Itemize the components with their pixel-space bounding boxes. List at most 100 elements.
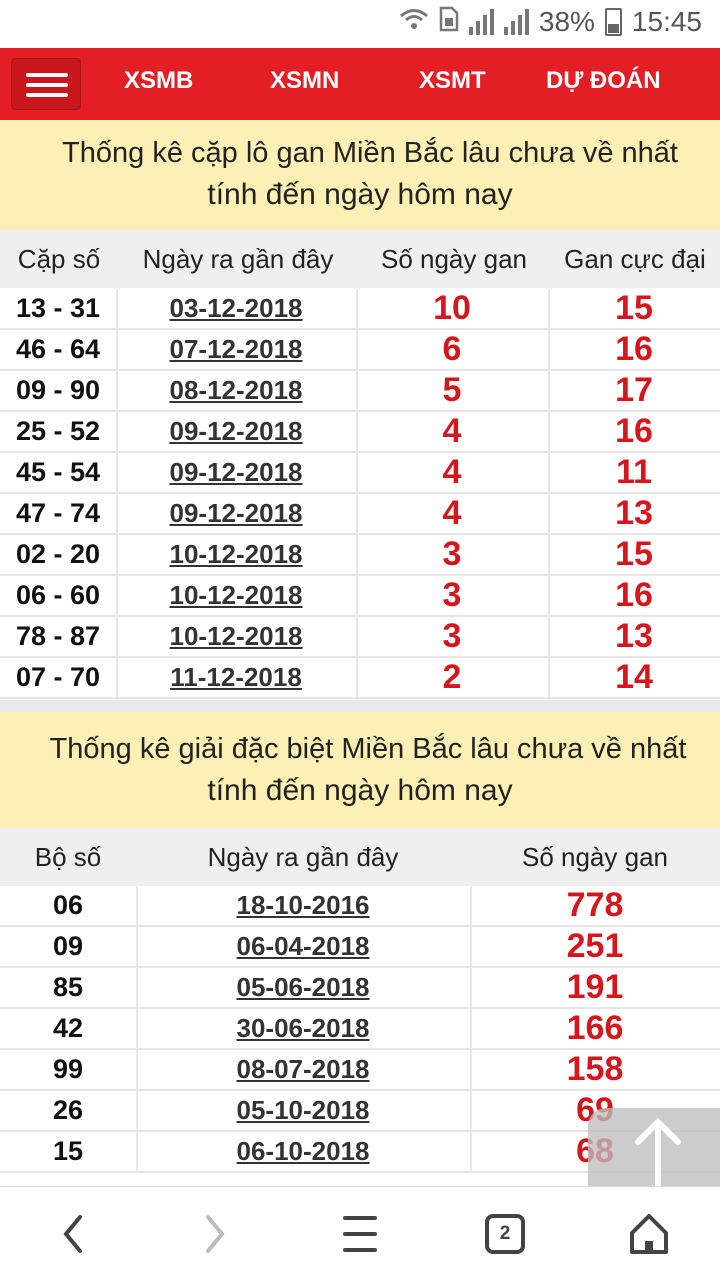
cell-max: 13 (615, 617, 653, 655)
cell-date[interactable]: 05-10-2018 (136, 1091, 470, 1130)
back-arrow-icon[interactable] (28, 1187, 118, 1281)
table-row: 47 - 74 09-12-2018 4 13 (0, 494, 720, 535)
cell-days: 5 (442, 371, 462, 409)
table-row: 06 - 60 10-12-2018 3 16 (0, 576, 720, 617)
column-divider (470, 1091, 472, 1130)
cell-num: 09 (52, 931, 84, 961)
cell-days: 2 (442, 658, 462, 696)
column-divider (356, 412, 358, 451)
sim-icon (439, 6, 459, 38)
cell-date[interactable]: 07-12-2018 (116, 330, 356, 369)
col-cap-so: Cặp số (17, 244, 101, 274)
section2-table-header: Bộ số Ngày ra gần đây Số ngày gan (0, 828, 720, 886)
column-divider (116, 371, 118, 410)
column-divider (548, 289, 550, 328)
scroll-to-top-button[interactable] (588, 1108, 720, 1192)
cell-date[interactable]: 10-12-2018 (116, 535, 356, 574)
column-divider (136, 1091, 138, 1130)
table-row: 45 - 54 09-12-2018 4 11 (0, 453, 720, 494)
column-divider (470, 968, 472, 1007)
cell-date[interactable]: 09-12-2018 (116, 412, 356, 451)
column-divider (548, 330, 550, 369)
tab-count: 2 (499, 1223, 511, 1244)
cell-max: 16 (615, 412, 653, 450)
browser-bottom-bar: 2 (0, 1186, 720, 1281)
cell-days: 6 (442, 330, 462, 368)
cell-date[interactable]: 09-12-2018 (116, 494, 356, 533)
table-row: 46 - 64 07-12-2018 6 16 (0, 330, 720, 371)
cell-date[interactable]: 06-10-2018 (136, 1132, 470, 1171)
cell-days: 166 (566, 1009, 624, 1047)
nav-xsmb[interactable]: XSMB (124, 67, 193, 95)
home-icon[interactable] (604, 1187, 694, 1281)
cell-date[interactable]: 11-12-2018 (116, 658, 356, 697)
cell-max: 15 (615, 535, 653, 573)
cell-pair: 47 - 74 (15, 498, 101, 528)
cell-date[interactable]: 30-06-2018 (136, 1009, 470, 1048)
cell-max: 14 (615, 658, 653, 696)
cell-date[interactable]: 09-12-2018 (116, 453, 356, 492)
nav-du-doan[interactable]: DỰ ĐOÁN (546, 67, 661, 95)
table-row: 09 - 90 08-12-2018 5 17 (0, 371, 720, 412)
column-divider (116, 535, 118, 574)
cell-pair: 25 - 52 (15, 416, 101, 446)
column-divider (136, 927, 138, 966)
column-divider (470, 1132, 472, 1171)
cell-days: 4 (442, 412, 462, 450)
column-divider (548, 453, 550, 492)
column-divider (116, 453, 118, 492)
column-divider (116, 289, 118, 328)
col-so-ngay-gan: Số ngày gan (521, 842, 668, 872)
nav-xsmn[interactable]: XSMN (270, 67, 339, 95)
section2-title-line2: tính đến ngày hôm nay (207, 774, 513, 807)
arrow-up-icon (635, 1117, 681, 1191)
cell-days: 158 (566, 1050, 624, 1088)
table-row: 13 - 31 03-12-2018 10 15 (0, 289, 720, 330)
cell-num: 06 (52, 890, 84, 920)
column-divider (116, 617, 118, 656)
cell-days: 4 (442, 494, 462, 532)
section2-title: Thống kê giải đặc biệt Miền Bắc lâu chưa… (0, 712, 720, 828)
cell-date[interactable]: 18-10-2016 (136, 886, 470, 925)
nav-xsmt[interactable]: XSMT (419, 67, 486, 95)
section2-title-line1: Thống kê giải đặc biệt Miền Bắc lâu chưa… (49, 733, 687, 765)
cell-date[interactable]: 08-12-2018 (116, 371, 356, 410)
cell-num: 15 (52, 1136, 84, 1166)
cell-date[interactable]: 05-06-2018 (136, 968, 470, 1007)
cell-date[interactable]: 10-12-2018 (116, 617, 356, 656)
cell-max: 13 (615, 494, 653, 532)
status-bar: 38% 15:45 (0, 0, 720, 48)
browser-menu-icon[interactable] (315, 1187, 405, 1281)
cell-days: 4 (442, 453, 462, 491)
col-so-ngay-gan: Số ngày gan (380, 244, 527, 274)
tabs-icon[interactable]: 2 (460, 1187, 550, 1281)
column-divider (116, 494, 118, 533)
cell-date[interactable]: 10-12-2018 (116, 576, 356, 615)
column-divider (356, 289, 358, 328)
table-row: 42 30-06-2018 166 (0, 1009, 720, 1050)
cell-pair: 46 - 64 (15, 334, 101, 364)
cell-date[interactable]: 06-04-2018 (136, 927, 470, 966)
column-divider (116, 412, 118, 451)
cell-date[interactable]: 08-07-2018 (136, 1050, 470, 1089)
column-divider (548, 658, 550, 697)
cell-date[interactable]: 03-12-2018 (116, 289, 356, 328)
column-divider (356, 617, 358, 656)
cell-pair: 09 - 90 (15, 375, 101, 405)
section1-title-line2: tính đến ngày hôm nay (207, 178, 513, 211)
cell-days: 3 (442, 617, 462, 655)
table-row: 99 08-07-2018 158 (0, 1050, 720, 1091)
table-row: 25 - 52 09-12-2018 4 16 (0, 412, 720, 453)
cell-pair: 78 - 87 (15, 621, 101, 651)
cell-pair: 07 - 70 (15, 662, 101, 692)
cell-num: 85 (52, 972, 84, 1002)
cell-max: 11 (616, 453, 652, 491)
table-row: 78 - 87 10-12-2018 3 13 (0, 617, 720, 658)
column-divider (136, 1132, 138, 1171)
cell-num: 99 (52, 1054, 84, 1084)
hamburger-icon[interactable] (11, 58, 81, 110)
column-divider (356, 453, 358, 492)
forward-arrow-icon[interactable] (170, 1187, 260, 1281)
column-divider (356, 494, 358, 533)
column-divider (116, 330, 118, 369)
